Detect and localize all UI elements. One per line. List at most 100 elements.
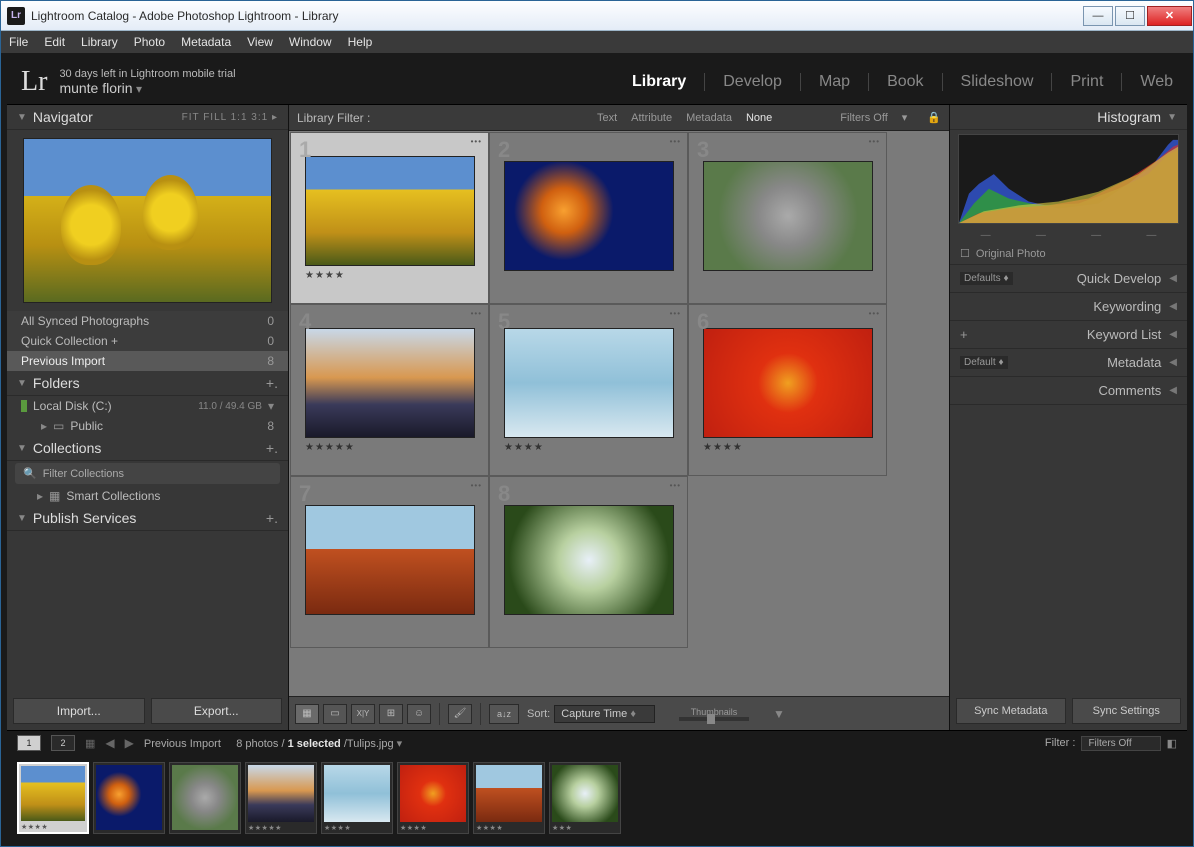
module-library[interactable]: Library [632,73,686,91]
module-print[interactable]: Print [1070,73,1103,91]
import-button[interactable]: Import... [13,698,145,724]
filmstrip-cell[interactable] [169,762,241,834]
metadata-preset-select[interactable]: Default ♦ [960,356,1008,369]
menu-edit[interactable]: Edit [44,35,65,49]
filmstrip-cell[interactable]: ★★★★★ [245,762,317,834]
survey-view-button[interactable]: ⊞ [379,704,403,724]
rating-stars[interactable]: ★★★★ [703,442,743,453]
catalog-row[interactable]: Quick Collection +0 [7,331,288,351]
menu-file[interactable]: File [9,35,28,49]
filter-attribute[interactable]: Attribute [631,112,672,124]
metadata-header[interactable]: Default ♦ Metadata ◀ [950,349,1187,377]
add-collection-icon[interactable]: +. [266,440,278,456]
grid-shortcut-icon[interactable]: ▦ [85,737,95,750]
sync-metadata-button[interactable]: Sync Metadata [956,698,1066,724]
folders-header[interactable]: ▼ Folders +. [7,371,288,396]
lock-icon[interactable]: 🔒 [927,111,941,124]
filter-switch-icon[interactable]: ◧ [1167,737,1177,750]
thumbnail-size-slider[interactable] [679,717,749,721]
toolbar-menu-icon[interactable]: ▼ [773,707,785,721]
filmstrip-thumb[interactable] [21,766,85,821]
thumbnail[interactable] [305,328,475,438]
add-keyword-icon[interactable]: + [960,327,968,342]
filmstrip-cell[interactable] [93,762,165,834]
filmstrip-cell[interactable]: ★★★ [549,762,621,834]
user-menu-arrow[interactable]: ▾ [136,82,142,96]
back-button[interactable]: ◀ [105,736,114,750]
forward-button[interactable]: ▶ [125,736,134,750]
smart-collections-row[interactable]: ▸ ▦ Smart Collections [7,486,288,506]
filters-off[interactable]: Filters Off [840,112,887,124]
folder-row[interactable]: ▸ ▭ Public 8 [7,416,288,436]
quick-develop-header[interactable]: Defaults ♦ Quick Develop ◀ [950,265,1187,293]
filmstrip-cell[interactable]: ★★★★ [17,762,89,834]
thumbnail[interactable] [504,505,674,615]
thumbnail[interactable] [703,161,873,271]
publish-header[interactable]: ▼ Publish Services +. [7,506,288,531]
thumbnail[interactable] [504,161,674,271]
menu-library[interactable]: Library [81,35,118,49]
module-map[interactable]: Map [819,73,850,91]
filmstrip-thumb[interactable] [172,765,238,830]
histogram-header[interactable]: Histogram ▼ [950,105,1187,130]
filter-collections-input[interactable]: 🔍 Filter Collections [15,463,280,484]
comments-header[interactable]: Comments ◀ [950,377,1187,405]
grid-cell[interactable]: 4 ••• ★★★★★ [290,304,489,476]
rating-stars[interactable]: ★★★★★ [305,442,355,453]
expand-icon[interactable]: ▸ [41,419,47,433]
original-photo-row[interactable]: ☐ Original Photo [950,243,1187,265]
filmstrip-thumb[interactable] [476,765,542,822]
menu-help[interactable]: Help [348,35,373,49]
breadcrumb-source[interactable]: Previous Import [144,738,221,750]
filmstrip-thumb[interactable] [324,765,390,822]
menu-photo[interactable]: Photo [134,35,165,49]
menu-view[interactable]: View [247,35,273,49]
module-web[interactable]: Web [1140,73,1173,91]
keywording-header[interactable]: Keywording ◀ [950,293,1187,321]
navigator-options[interactable]: FIT FILL 1:1 3:1 ▸ [182,112,278,123]
filter-text[interactable]: Text [597,112,617,124]
module-slideshow[interactable]: Slideshow [961,73,1034,91]
thumbnail[interactable] [305,156,475,266]
close-button[interactable]: ✕ [1147,6,1192,26]
thumbnail[interactable] [504,328,674,438]
filmstrip-cell[interactable]: ★★★★ [397,762,469,834]
grid-cell[interactable]: 5 ••• ★★★★ [489,304,688,476]
primary-display-button[interactable]: 1 [17,735,41,751]
menu-window[interactable]: Window [289,35,332,49]
preset-select[interactable]: Defaults ♦ [960,272,1013,285]
sync-settings-button[interactable]: Sync Settings [1072,698,1182,724]
loupe-view-button[interactable]: ▭ [323,704,347,724]
filmstrip-thumb[interactable] [248,765,314,822]
grid-cell[interactable]: 7 ••• [290,476,489,648]
filter-metadata[interactable]: Metadata [686,112,732,124]
catalog-row[interactable]: All Synced Photographs0 [7,311,288,331]
collections-header[interactable]: ▼ Collections +. [7,436,288,461]
volume-row[interactable]: Local Disk (C:) 11.0 / 49.4 GB ▾ [7,396,288,416]
add-folder-icon[interactable]: +. [266,375,278,391]
grid-cell[interactable]: 2 ••• [489,132,688,304]
navigator-preview[interactable] [23,138,272,303]
user-name[interactable]: munte florin [59,80,132,96]
grid-cell[interactable]: 6 ••• ★★★★ [688,304,887,476]
checkbox-icon[interactable]: ☐ [960,247,970,260]
minimize-button[interactable]: — [1083,6,1113,26]
chevron-down-icon[interactable]: ▾ [268,399,274,413]
filmstrip-cell[interactable]: ★★★★ [473,762,545,834]
expand-icon[interactable]: ▸ [37,489,43,503]
module-develop[interactable]: Develop [723,73,782,91]
sort-direction-button[interactable]: a↓z [489,704,519,724]
chevron-down-icon[interactable]: ▾ [397,738,403,750]
navigator-header[interactable]: ▼ Navigator FIT FILL 1:1 3:1 ▸ [7,105,288,130]
filter-preset-select[interactable]: Filters Off [1081,736,1160,751]
catalog-row[interactable]: Previous Import8 [7,351,288,371]
sort-select[interactable]: Capture Time ♦ [554,705,655,723]
people-view-button[interactable]: ☺ [407,704,431,724]
filmstrip-thumb[interactable] [552,765,618,822]
grid-cell[interactable]: 8 ••• [489,476,688,648]
compare-view-button[interactable]: X|Y [351,704,375,724]
filter-none[interactable]: None [746,112,772,124]
filmstrip-thumb[interactable] [400,765,466,822]
module-book[interactable]: Book [887,73,923,91]
add-publish-icon[interactable]: +. [266,510,278,526]
